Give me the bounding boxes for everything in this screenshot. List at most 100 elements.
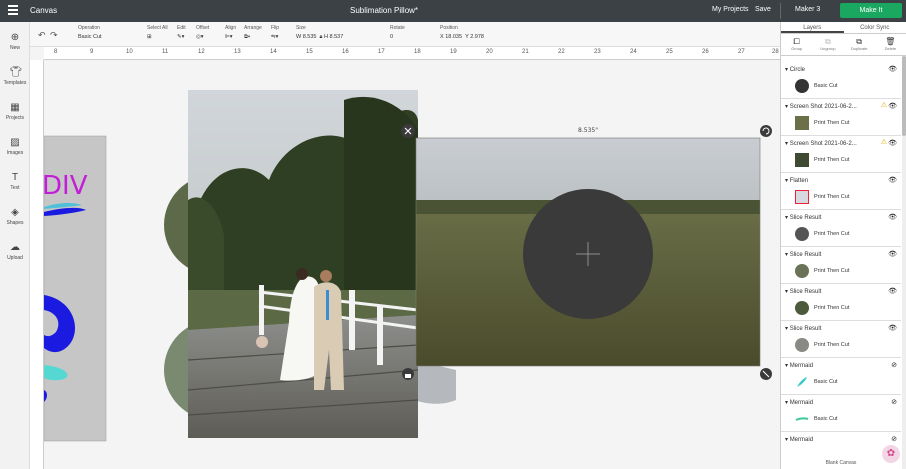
rotate-field[interactable]: Rotate 0 xyxy=(390,25,405,40)
width-field[interactable]: W 8.535 xyxy=(296,34,316,40)
size-fields[interactable]: Size W 8.535 🔒︎ H 8.537 xyxy=(296,25,343,41)
layer-row[interactable]: ▾ Slice Result 👁︎ Print Then Cut xyxy=(781,321,901,358)
rotate-handle[interactable] xyxy=(760,125,772,137)
edit-toolbar: ↶ ↷ Operation Basic Cut Select All ⊞ Edit ✎… xyxy=(30,22,780,47)
image-icon: ▨ xyxy=(10,137,20,148)
upload-icon: ☁ xyxy=(10,242,20,253)
sidebar-item-templates[interactable]: 👕︎ Templates xyxy=(0,67,30,86)
wedding-photo[interactable] xyxy=(187,90,419,438)
vertical-ruler xyxy=(30,60,44,469)
layer-row[interactable]: ▾ Mermaid ⊘ Basic Cut xyxy=(781,395,901,432)
close-handle[interactable] xyxy=(401,124,415,138)
layer-thumbnail xyxy=(795,375,809,389)
warning-icon[interactable]: ⚠ xyxy=(881,138,887,146)
app-name: Canvas xyxy=(30,6,58,15)
height-field[interactable]: H 8.537 xyxy=(324,34,343,40)
sidebar-item-label: Projects xyxy=(5,115,25,121)
align-button[interactable]: Align ⊫▾ xyxy=(225,25,236,40)
tab-color-sync[interactable]: Color Sync xyxy=(844,22,906,33)
trash-icon: 🗑︎ xyxy=(885,37,896,46)
group-button[interactable]: ⧠ Group xyxy=(781,34,812,55)
layer-thumbnail xyxy=(795,227,809,241)
my-projects-link[interactable]: My Projects xyxy=(712,6,749,13)
layer-row[interactable]: ▾ Slice Result 👁︎ Print Then Cut xyxy=(781,210,901,247)
sidebar-item-projects[interactable]: ▦ Projects xyxy=(0,102,30,121)
position-fields[interactable]: Position X 18.035 Y 2.978 xyxy=(440,25,484,40)
layer-thumbnail xyxy=(795,79,809,93)
arrange-button[interactable]: Arrange ⧉▾ xyxy=(244,25,262,41)
group-icon: ⧠ xyxy=(793,37,800,46)
eye-hidden-icon[interactable]: ⊘ xyxy=(891,435,897,443)
eye-icon[interactable]: 👁︎ xyxy=(888,213,897,221)
sidebar-item-shapes[interactable]: ◈ Shapes xyxy=(0,207,30,226)
eye-icon[interactable]: 👁︎ xyxy=(888,139,897,147)
layer-thumbnail xyxy=(795,153,809,167)
sidebar-item-label: Templates xyxy=(3,80,27,86)
projects-icon: ▦ xyxy=(10,102,20,113)
make-it-button[interactable]: Make It xyxy=(840,3,902,18)
sidebar-item-label: New xyxy=(9,45,20,51)
tab-layers[interactable]: Layers xyxy=(781,22,844,33)
layer-row[interactable]: ▾ Slice Result 👁︎ Print Then Cut xyxy=(781,284,901,321)
offset-icon: ◎▾ xyxy=(196,34,204,40)
layer-thumbnail xyxy=(795,301,809,315)
save-button[interactable]: Save xyxy=(755,6,771,13)
eye-hidden-icon[interactable]: ⊘ xyxy=(891,361,897,369)
align-icon: ⊫▾ xyxy=(225,34,233,40)
top-bar: Canvas Sublimation Pillow* My Projects S… xyxy=(0,0,906,22)
layer-thumbnail xyxy=(795,264,809,278)
sidebar-item-images[interactable]: ▨ Images xyxy=(0,137,30,156)
layer-row[interactable]: ▾ Screen Shot 2021-06-2... ⚠ 👁︎ Print Th… xyxy=(781,136,901,173)
machine-select[interactable]: Maker 3 xyxy=(795,6,820,13)
ungroup-button[interactable]: ⧉ Ungroup xyxy=(812,34,843,55)
undo-icon[interactable]: ↶ xyxy=(38,30,46,41)
eye-icon[interactable]: 👁︎ xyxy=(888,176,897,184)
menu-icon[interactable] xyxy=(8,5,18,15)
select-all-icon: ⊞ xyxy=(147,34,152,40)
eye-icon[interactable]: 👁︎ xyxy=(888,324,897,332)
help-icon[interactable]: ✿ xyxy=(882,445,900,463)
warning-icon[interactable]: ⚠ xyxy=(881,101,887,109)
operation-select[interactable]: Operation Basic Cut xyxy=(78,25,102,40)
redo-icon[interactable]: ↷ xyxy=(50,30,58,41)
design-canvas[interactable]: DIV 8.535" xyxy=(44,60,780,469)
lock-handle[interactable] xyxy=(402,368,414,380)
eye-icon[interactable]: 👁︎ xyxy=(888,250,897,258)
sidebar-item-upload[interactable]: ☁ Upload xyxy=(0,242,30,261)
sidebar-item-new[interactable]: ⊕ New xyxy=(0,32,30,51)
layer-row[interactable]: ▾ Flatten 👁︎ Print Then Cut xyxy=(781,173,901,210)
layer-row[interactable]: ▾ Circle 👁︎ Basic Cut xyxy=(781,62,901,99)
resize-handle[interactable] xyxy=(760,368,772,380)
eye-hidden-icon[interactable]: ⊘ xyxy=(891,398,897,406)
text-icon: T xyxy=(11,172,19,183)
sidebar-item-text[interactable]: T Text xyxy=(0,172,30,191)
sidebar-item-label: Shapes xyxy=(6,220,24,226)
layer-row[interactable]: ▾ Mermaid ⊘ Basic Cut xyxy=(781,358,901,395)
delete-button[interactable]: 🗑︎ Delete xyxy=(875,34,906,55)
scrollbar-thumb[interactable] xyxy=(902,56,906,136)
layer-thumbnail xyxy=(795,338,809,352)
slice-result-shape[interactable] xyxy=(414,360,456,404)
x-field[interactable]: X 18.035 xyxy=(440,34,462,40)
lock-icon[interactable]: 🔒︎ xyxy=(320,34,323,40)
select-all-button[interactable]: Select All ⊞ xyxy=(147,25,168,40)
layer-row[interactable]: ▾ Slice Result 👁︎ Print Then Cut xyxy=(781,247,901,284)
layer-row[interactable]: ▾ Screen Shot 2021-06-2... ⚠ 👁︎ Print Th… xyxy=(781,99,901,136)
eye-icon[interactable]: 👁︎ xyxy=(888,65,897,73)
divider xyxy=(780,3,781,19)
left-sidebar: ⊕ New 👕︎ Templates ▦ Projects ▨ Images T Text… xyxy=(0,22,30,469)
panel-tabs: Layers Color Sync xyxy=(781,22,906,34)
y-field[interactable]: Y 2.978 xyxy=(465,34,484,40)
layers-panel: Layers Color Sync ⧠ Group ⧉ Ungroup ⧉ Dupli… xyxy=(780,22,906,469)
duplicate-button[interactable]: ⧉ Duplicate xyxy=(844,34,875,55)
layers-scrollbar[interactable] xyxy=(902,56,906,469)
flip-button[interactable]: Flip ⇋▾ xyxy=(271,25,279,40)
eye-icon[interactable]: 👁︎ xyxy=(888,102,897,110)
ungroup-icon: ⧉ xyxy=(825,37,831,46)
dimension-label: 8.535" xyxy=(578,127,598,134)
eye-icon[interactable]: 👁︎ xyxy=(888,287,897,295)
edit-button[interactable]: Edit ✎▾ xyxy=(177,25,186,40)
sidebar-item-label: Images xyxy=(6,150,24,156)
offset-button[interactable]: Offset ◎▾ xyxy=(196,25,209,40)
shirt-icon: 👕︎ xyxy=(9,67,23,78)
